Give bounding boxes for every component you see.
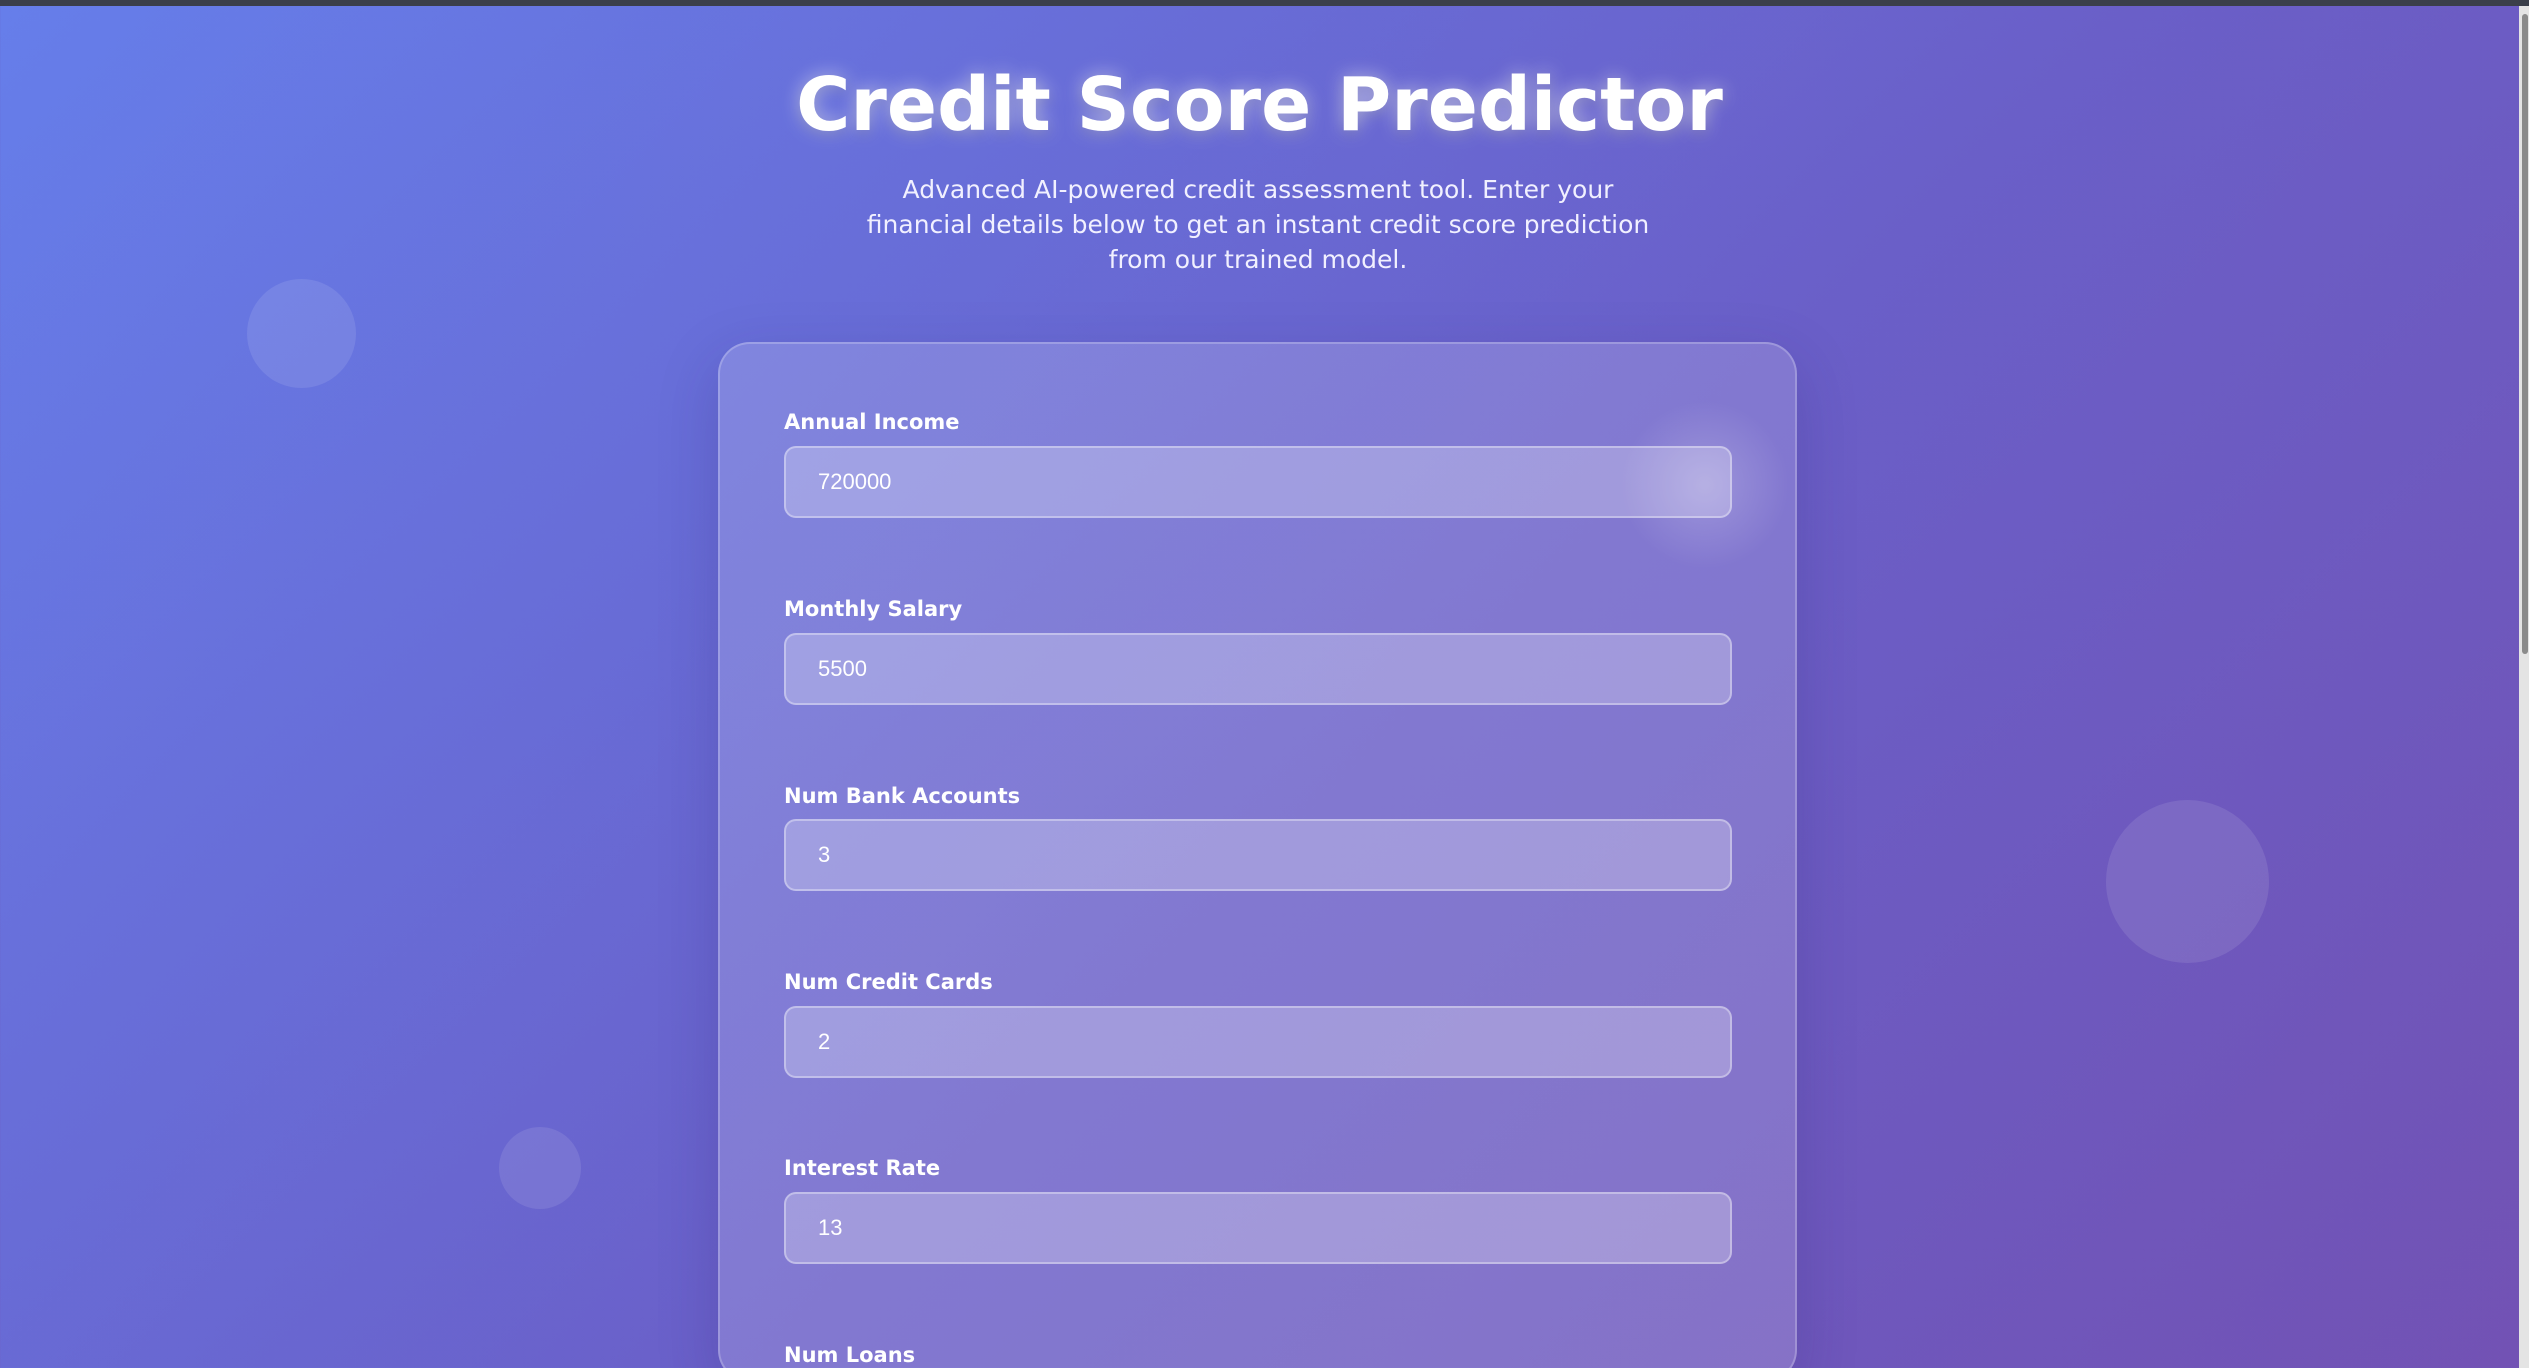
- num-credit-cards-input[interactable]: [784, 1006, 1732, 1078]
- page-subtitle: Advanced AI-powered credit assessment to…: [866, 175, 1650, 274]
- num-loans-label: Num Loans: [784, 1343, 916, 1367]
- page-scrollbar[interactable]: [2519, 6, 2529, 1368]
- num-bank-accounts-input[interactable]: [784, 819, 1732, 891]
- decorative-bubble: [499, 1127, 581, 1209]
- monthly-salary-input[interactable]: [784, 633, 1732, 705]
- interest-rate-input[interactable]: [784, 1192, 1732, 1264]
- num-credit-cards-label: Num Credit Cards: [784, 970, 993, 994]
- page-title: Credit Score Predictor: [796, 62, 1723, 148]
- interest-rate-label: Interest Rate: [784, 1156, 941, 1180]
- decorative-bubble: [2106, 800, 2269, 963]
- browser-top-bar: [0, 0, 2529, 6]
- num-bank-accounts-label: Num Bank Accounts: [784, 784, 1021, 808]
- annual-income-label: Annual Income: [784, 410, 960, 434]
- annual-income-input[interactable]: [784, 446, 1732, 518]
- monthly-salary-label: Monthly Salary: [784, 597, 963, 621]
- scrollbar-thumb[interactable]: [2522, 14, 2528, 654]
- decorative-bubble: [247, 279, 356, 388]
